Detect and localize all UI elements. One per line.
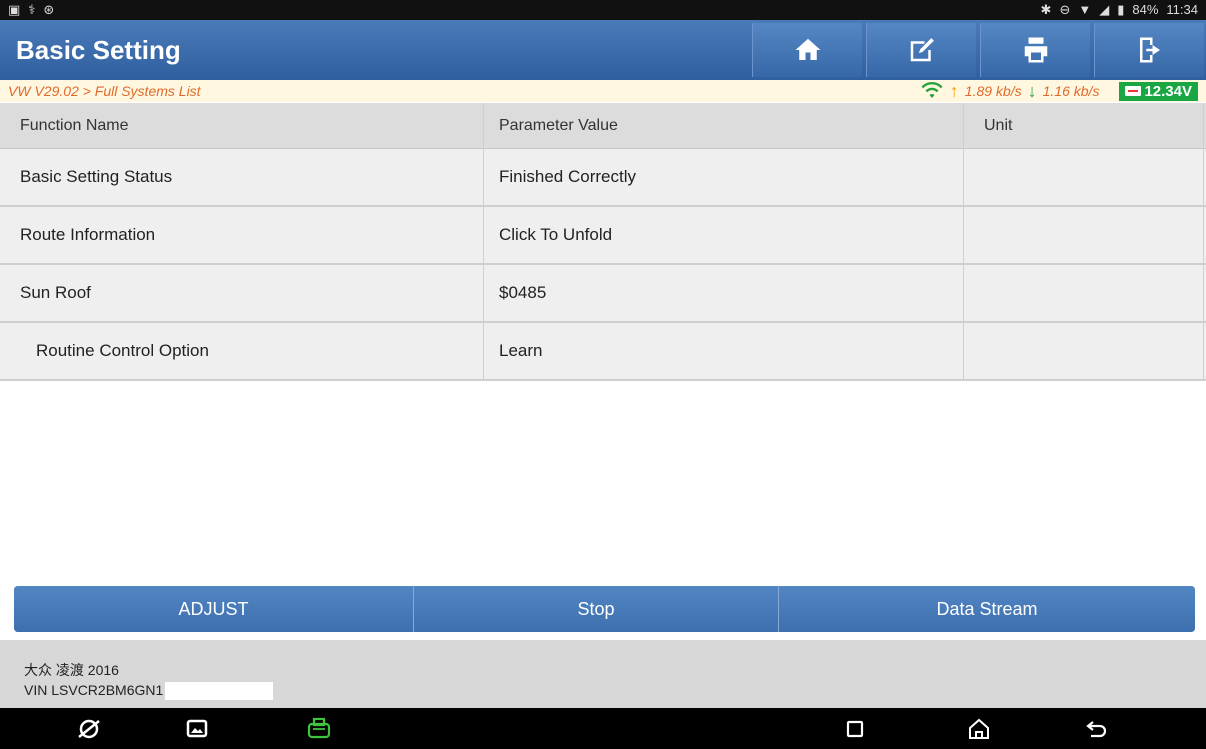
recents-icon[interactable] (842, 716, 868, 742)
parameter-value-cell[interactable]: Click To Unfold (484, 207, 964, 263)
edit-report-button[interactable] (866, 23, 976, 77)
unit-cell (964, 207, 1204, 263)
wifi-signal-icon: ▼ (1078, 2, 1092, 17)
table-row[interactable]: Route Information Click To Unfold (0, 207, 1206, 265)
system-nav-bar (0, 708, 1206, 749)
unit-cell (964, 265, 1204, 321)
status-left-icons: ▣ ⚕ ⊛ (8, 0, 54, 20)
vehicle-info: 大众 凌渡 2016 VIN LSVCR2BM6GN1 (0, 640, 1206, 708)
cell-signal-icon: ◢ (1099, 2, 1110, 17)
home-nav-icon[interactable] (966, 716, 992, 742)
download-speed: 1.16 kb/s (1042, 83, 1100, 99)
parameter-table: Function Name Parameter Value Unit Basic… (0, 103, 1206, 381)
parameter-value-cell: Finished Correctly (484, 149, 964, 205)
home-icon (795, 38, 820, 60)
app-header: Basic Setting (0, 20, 1206, 80)
function-name-cell: Route Information (0, 207, 484, 263)
upload-speed: 1.89 kb/s (964, 83, 1022, 99)
wifi-icon (920, 81, 944, 102)
unit-cell (964, 149, 1204, 205)
parameter-value-cell: $0485 (484, 265, 964, 321)
table-header: Function Name Parameter Value Unit (0, 103, 1206, 149)
parameter-value-cell: Learn (484, 323, 964, 379)
battery-icon: ▮ (1117, 2, 1125, 17)
connection-status: ↑ 1.89 kb/s ↓ 1.16 kb/s 12.34V (920, 81, 1198, 102)
voltage-badge: 12.34V (1119, 81, 1198, 101)
exit-icon (1139, 37, 1160, 63)
vci-connector-icon[interactable] (306, 716, 332, 742)
action-bar: ADJUST Stop Data Stream (14, 586, 1195, 632)
column-header-unit: Unit (964, 103, 1204, 148)
table-row[interactable]: Routine Control Option Learn (0, 323, 1206, 381)
browser-icon[interactable] (76, 716, 102, 742)
unit-cell (964, 323, 1204, 379)
function-name-cell: Basic Setting Status (0, 149, 484, 205)
battery-percent: 84% (1132, 2, 1159, 17)
gallery-icon[interactable] (184, 716, 210, 742)
table-row[interactable]: Basic Setting Status Finished Correctly (0, 149, 1206, 207)
clock: 11:34 (1166, 2, 1198, 17)
edit-report-icon (910, 38, 934, 62)
home-button[interactable] (752, 23, 862, 77)
data-stream-button[interactable]: Data Stream (779, 586, 1195, 632)
column-header-parameter-value: Parameter Value (484, 103, 964, 148)
download-arrow-icon: ↓ (1027, 80, 1037, 101)
usb-debug-icon: ⚕ (28, 2, 36, 17)
accessibility-icon: ⊛ (43, 2, 55, 17)
back-icon[interactable] (1084, 716, 1110, 742)
car-battery-icon (1125, 86, 1142, 96)
column-header-function-name: Function Name (0, 103, 484, 148)
stop-button[interactable]: Stop (414, 586, 779, 632)
voltage-value: 12.34V (1144, 82, 1192, 100)
breadcrumb-bar: VW V29.02 > Full Systems List ↑ 1.89 kb/… (0, 80, 1206, 102)
breadcrumb[interactable]: VW V29.02 > Full Systems List (8, 83, 201, 99)
function-name-cell: Sun Roof (0, 265, 484, 321)
print-icon (1024, 37, 1047, 63)
vin-number: VIN LSVCR2BM6GN1 (24, 682, 164, 698)
page-title: Basic Setting (16, 34, 181, 65)
print-button[interactable] (980, 23, 1090, 77)
image-icon: ▣ (8, 2, 21, 17)
exit-button[interactable] (1094, 23, 1204, 77)
status-right-icons: ✱ ⊖ ▼ ◢ ▮ 84% 11:34 (1041, 0, 1198, 20)
vin-line: VIN LSVCR2BM6GN1 (24, 680, 1206, 701)
function-name-cell: Routine Control Option (0, 323, 484, 379)
system-status-bar: ▣ ⚕ ⊛ ✱ ⊖ ▼ ◢ ▮ 84% 11:34 (0, 0, 1206, 20)
vin-redaction (165, 682, 274, 701)
table-row[interactable]: Sun Roof $0485 (0, 265, 1206, 323)
bluetooth-icon: ✱ (1040, 2, 1052, 17)
dnd-icon: ⊖ (1059, 2, 1071, 17)
adjust-button[interactable]: ADJUST (14, 586, 414, 632)
upload-arrow-icon: ↑ (949, 80, 959, 101)
vehicle-model: 大众 凌渡 2016 (24, 662, 119, 678)
header-actions (750, 20, 1206, 80)
